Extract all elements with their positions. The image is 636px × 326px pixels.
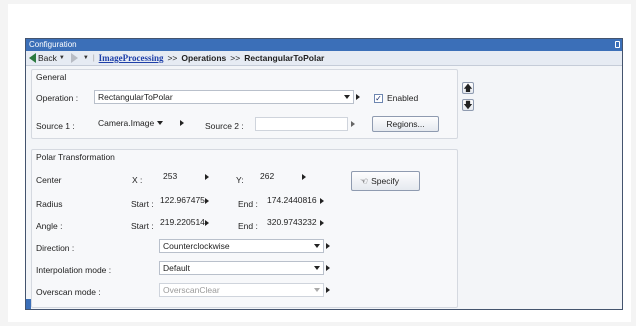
- radius-start-expand-icon[interactable]: [205, 198, 209, 204]
- source1-value: Camera.Image: [98, 118, 155, 128]
- operation-label: Operation :: [36, 93, 79, 103]
- polar-transformation-group: Polar Transformation Center X : 253 Y: 2…: [31, 149, 458, 308]
- enabled-checkbox[interactable]: ✓: [374, 94, 383, 103]
- breadcrumb-operations: Operations: [181, 53, 227, 63]
- forward-arrow-icon[interactable]: [70, 53, 78, 63]
- operation-value: RectangularToPolar: [98, 92, 173, 102]
- angle-end-label: End :: [238, 221, 258, 231]
- direction-label: Direction :: [36, 243, 75, 253]
- source1-expand-icon[interactable]: [180, 120, 184, 126]
- breadcrumb-current: RectangularToPolar: [244, 53, 325, 63]
- radius-end-value: 174.2440816: [267, 195, 317, 205]
- breadcrumb-separator: >>: [167, 53, 178, 63]
- source1-label: Source 1 :: [36, 121, 75, 131]
- window-title: Configuration: [29, 40, 77, 49]
- chevron-down-icon: [344, 95, 350, 99]
- regions-button[interactable]: Regions...: [372, 116, 439, 132]
- angle-end-expand-icon[interactable]: [320, 220, 324, 226]
- chevron-down-icon: [157, 121, 163, 125]
- back-label: Back: [38, 53, 57, 63]
- operation-dropdown[interactable]: RectangularToPolar: [94, 90, 354, 104]
- chevron-down-icon: [314, 266, 320, 270]
- back-button[interactable]: Back ▼: [26, 53, 65, 63]
- breadcrumb-imageprocessing[interactable]: ImageProcessing: [99, 53, 164, 63]
- angle-end-input[interactable]: 320.9743232: [266, 215, 320, 229]
- interpolation-label: Interpolation mode :: [36, 265, 112, 275]
- angle-start-label: Start :: [131, 221, 154, 231]
- pointer-hand-icon: ☜: [360, 175, 369, 186]
- center-y-input[interactable]: 262: [256, 169, 303, 183]
- scroll-indicator: [26, 299, 31, 309]
- x-label: X :: [132, 175, 143, 185]
- center-y-value: 262: [260, 171, 275, 181]
- interpolation-expand-icon[interactable]: [326, 265, 330, 271]
- radius-end-label: End :: [238, 199, 258, 209]
- source2-field[interactable]: [255, 117, 348, 131]
- source2-label: Source 2 :: [205, 121, 244, 131]
- nav-divider: |: [92, 54, 95, 62]
- interpolation-dropdown[interactable]: Default: [159, 261, 324, 275]
- pin-icon[interactable]: [615, 41, 620, 48]
- overscan-dropdown[interactable]: OverscanClear: [159, 283, 324, 297]
- angle-start-value: 219.2205141: [160, 217, 206, 227]
- radius-start-label: Start :: [131, 199, 154, 209]
- center-y-expand-icon[interactable]: [302, 174, 306, 180]
- back-arrow-icon: [29, 53, 36, 63]
- window-titlebar: Configuration: [26, 39, 622, 51]
- arrow-down-icon[interactable]: 🡇: [462, 99, 474, 111]
- radius-end-input[interactable]: 174.2440816: [266, 193, 320, 207]
- overscan-value: OverscanClear: [163, 285, 220, 295]
- center-x-expand-icon[interactable]: [205, 174, 209, 180]
- chevron-down-icon: [314, 244, 320, 248]
- specify-button[interactable]: ☜ Specify: [351, 171, 420, 191]
- general-group-title: General: [36, 72, 67, 82]
- source2-expand-icon[interactable]: [351, 121, 355, 127]
- direction-expand-icon[interactable]: [326, 243, 330, 249]
- operation-expand-icon[interactable]: [356, 94, 360, 100]
- enabled-label: Enabled: [387, 93, 419, 103]
- breadcrumb-separator: >>: [230, 53, 241, 63]
- general-group: General Operation : RectangularToPolar ✓…: [31, 69, 458, 139]
- angle-end-value: 320.9743232: [267, 217, 317, 227]
- center-x-value: 253: [163, 171, 178, 181]
- specify-label: Specify: [371, 176, 399, 186]
- radius-end-expand-icon[interactable]: [320, 198, 324, 204]
- navigation-bar: Back ▼ ▼ | ImageProcessing >> Operations…: [26, 51, 622, 66]
- direction-value: Counterclockwise: [163, 241, 230, 251]
- center-label: Center: [36, 175, 62, 185]
- chevron-down-icon: [314, 288, 320, 292]
- radius-start-value: 122.9674753: [160, 195, 206, 205]
- overscan-label: Overscan mode :: [36, 287, 101, 297]
- angle-start-input[interactable]: 219.2205141: [159, 215, 206, 229]
- arrow-up-icon[interactable]: 🡅: [462, 82, 474, 94]
- direction-dropdown[interactable]: Counterclockwise: [159, 239, 324, 253]
- radius-start-input[interactable]: 122.9674753: [159, 193, 206, 207]
- configuration-window: Configuration Back ▼ ▼ | ImageProcessing…: [25, 38, 623, 310]
- angle-start-expand-icon[interactable]: [205, 220, 209, 226]
- chevron-down-icon[interactable]: ▼: [59, 55, 65, 61]
- radius-label: Radius: [36, 199, 63, 209]
- interpolation-value: Default: [163, 263, 190, 273]
- overscan-expand-icon[interactable]: [326, 287, 330, 293]
- angle-label: Angle :: [36, 221, 63, 231]
- y-label: Y:: [236, 175, 244, 185]
- center-x-input[interactable]: 253: [159, 169, 206, 183]
- history-dropdown-icon[interactable]: ▼: [83, 55, 89, 61]
- polar-group-title: Polar Transformation: [36, 152, 115, 162]
- source1-dropdown[interactable]: Camera.Image: [94, 116, 176, 130]
